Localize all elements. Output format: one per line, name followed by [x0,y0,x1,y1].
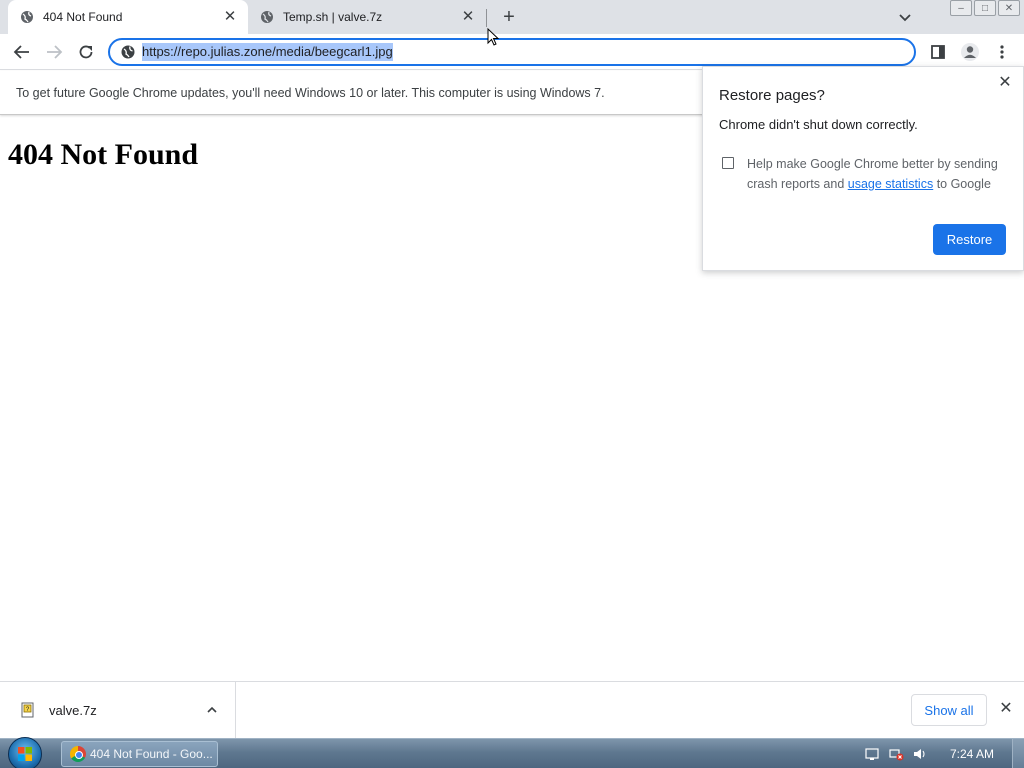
usage-statistics-link[interactable]: usage statistics [848,177,933,191]
maximize-button[interactable]: □ [974,0,996,16]
action-center-icon[interactable] [864,746,880,762]
close-icon[interactable]: ✕ [997,700,1015,718]
tab-404-not-found[interactable]: 404 Not Found ✕ [8,0,248,34]
infobar-message: To get future Google Chrome updates, you… [16,86,605,100]
tab-divider [486,9,487,27]
close-icon[interactable]: ✕ [460,9,476,25]
mouse-cursor-icon [487,27,501,48]
back-arrow-icon[interactable] [10,40,34,64]
volume-icon[interactable] [912,746,928,762]
menu-kebab-icon[interactable] [990,40,1014,64]
chrome-icon [70,746,86,762]
file-icon: ? [20,702,36,718]
tab-title: Temp.sh | valve.7z [283,10,383,24]
profile-icon[interactable] [958,40,982,64]
side-panel-icon[interactable] [926,40,950,64]
show-desktop-button[interactable] [1012,739,1024,768]
close-icon[interactable]: ✕ [222,9,238,25]
consent-text-end: to Google [933,177,991,191]
system-tray [864,745,928,763]
clock[interactable]: 7:24 AM [950,747,994,761]
show-all-button[interactable]: Show all [911,694,987,726]
dialog-title: Restore pages? [719,87,825,104]
taskbar-label: 404 Not Found - Goo... [90,747,213,761]
tab-strip: 404 Not Found ✕ Temp.sh | valve.7z ✕ + –… [0,0,1024,34]
download-item[interactable]: ? valve.7z [0,682,236,738]
tab-title: 404 Not Found [43,10,123,24]
network-error-icon[interactable] [888,746,904,762]
toolbar: https://repo.julias.zone/media/beegcarl1… [0,34,1024,70]
download-file-name: valve.7z [49,703,97,718]
globe-icon [120,44,136,60]
minimize-button[interactable]: – [950,0,972,16]
url-text[interactable]: https://repo.julias.zone/media/beegcarl1… [142,43,393,61]
taskbar-chrome-button[interactable]: 404 Not Found - Goo... [61,741,218,767]
window-controls: – □ ✕ [950,0,1020,18]
window-close-button[interactable]: ✕ [998,0,1020,16]
restore-pages-dialog: Restore pages? ✕ Chrome didn't shut down… [702,66,1024,271]
globe-icon [260,10,274,24]
forward-arrow-icon[interactable] [42,40,66,64]
close-icon[interactable]: ✕ [995,73,1015,93]
dialog-message: Chrome didn't shut down correctly. [719,117,918,132]
download-shelf: ? valve.7z Show all ✕ [0,681,1024,738]
chevron-up-icon[interactable] [204,702,220,718]
taskbar: 404 Not Found - Goo... 7:24 AM [0,737,1024,768]
restore-button[interactable]: Restore [933,224,1006,255]
plus-icon[interactable]: + [498,6,520,28]
crash-report-checkbox[interactable] [722,157,734,169]
tab-temp-sh[interactable]: Temp.sh | valve.7z ✕ [248,0,486,34]
chevron-down-icon[interactable] [895,7,915,27]
page-title: 404 Not Found [8,138,199,171]
globe-icon [20,10,34,24]
start-orb-icon[interactable] [8,737,42,768]
crash-report-label: Help make Google Chrome better by sendin… [747,154,1007,194]
reload-icon[interactable] [74,40,98,64]
address-bar[interactable]: https://repo.julias.zone/media/beegcarl1… [108,38,916,66]
